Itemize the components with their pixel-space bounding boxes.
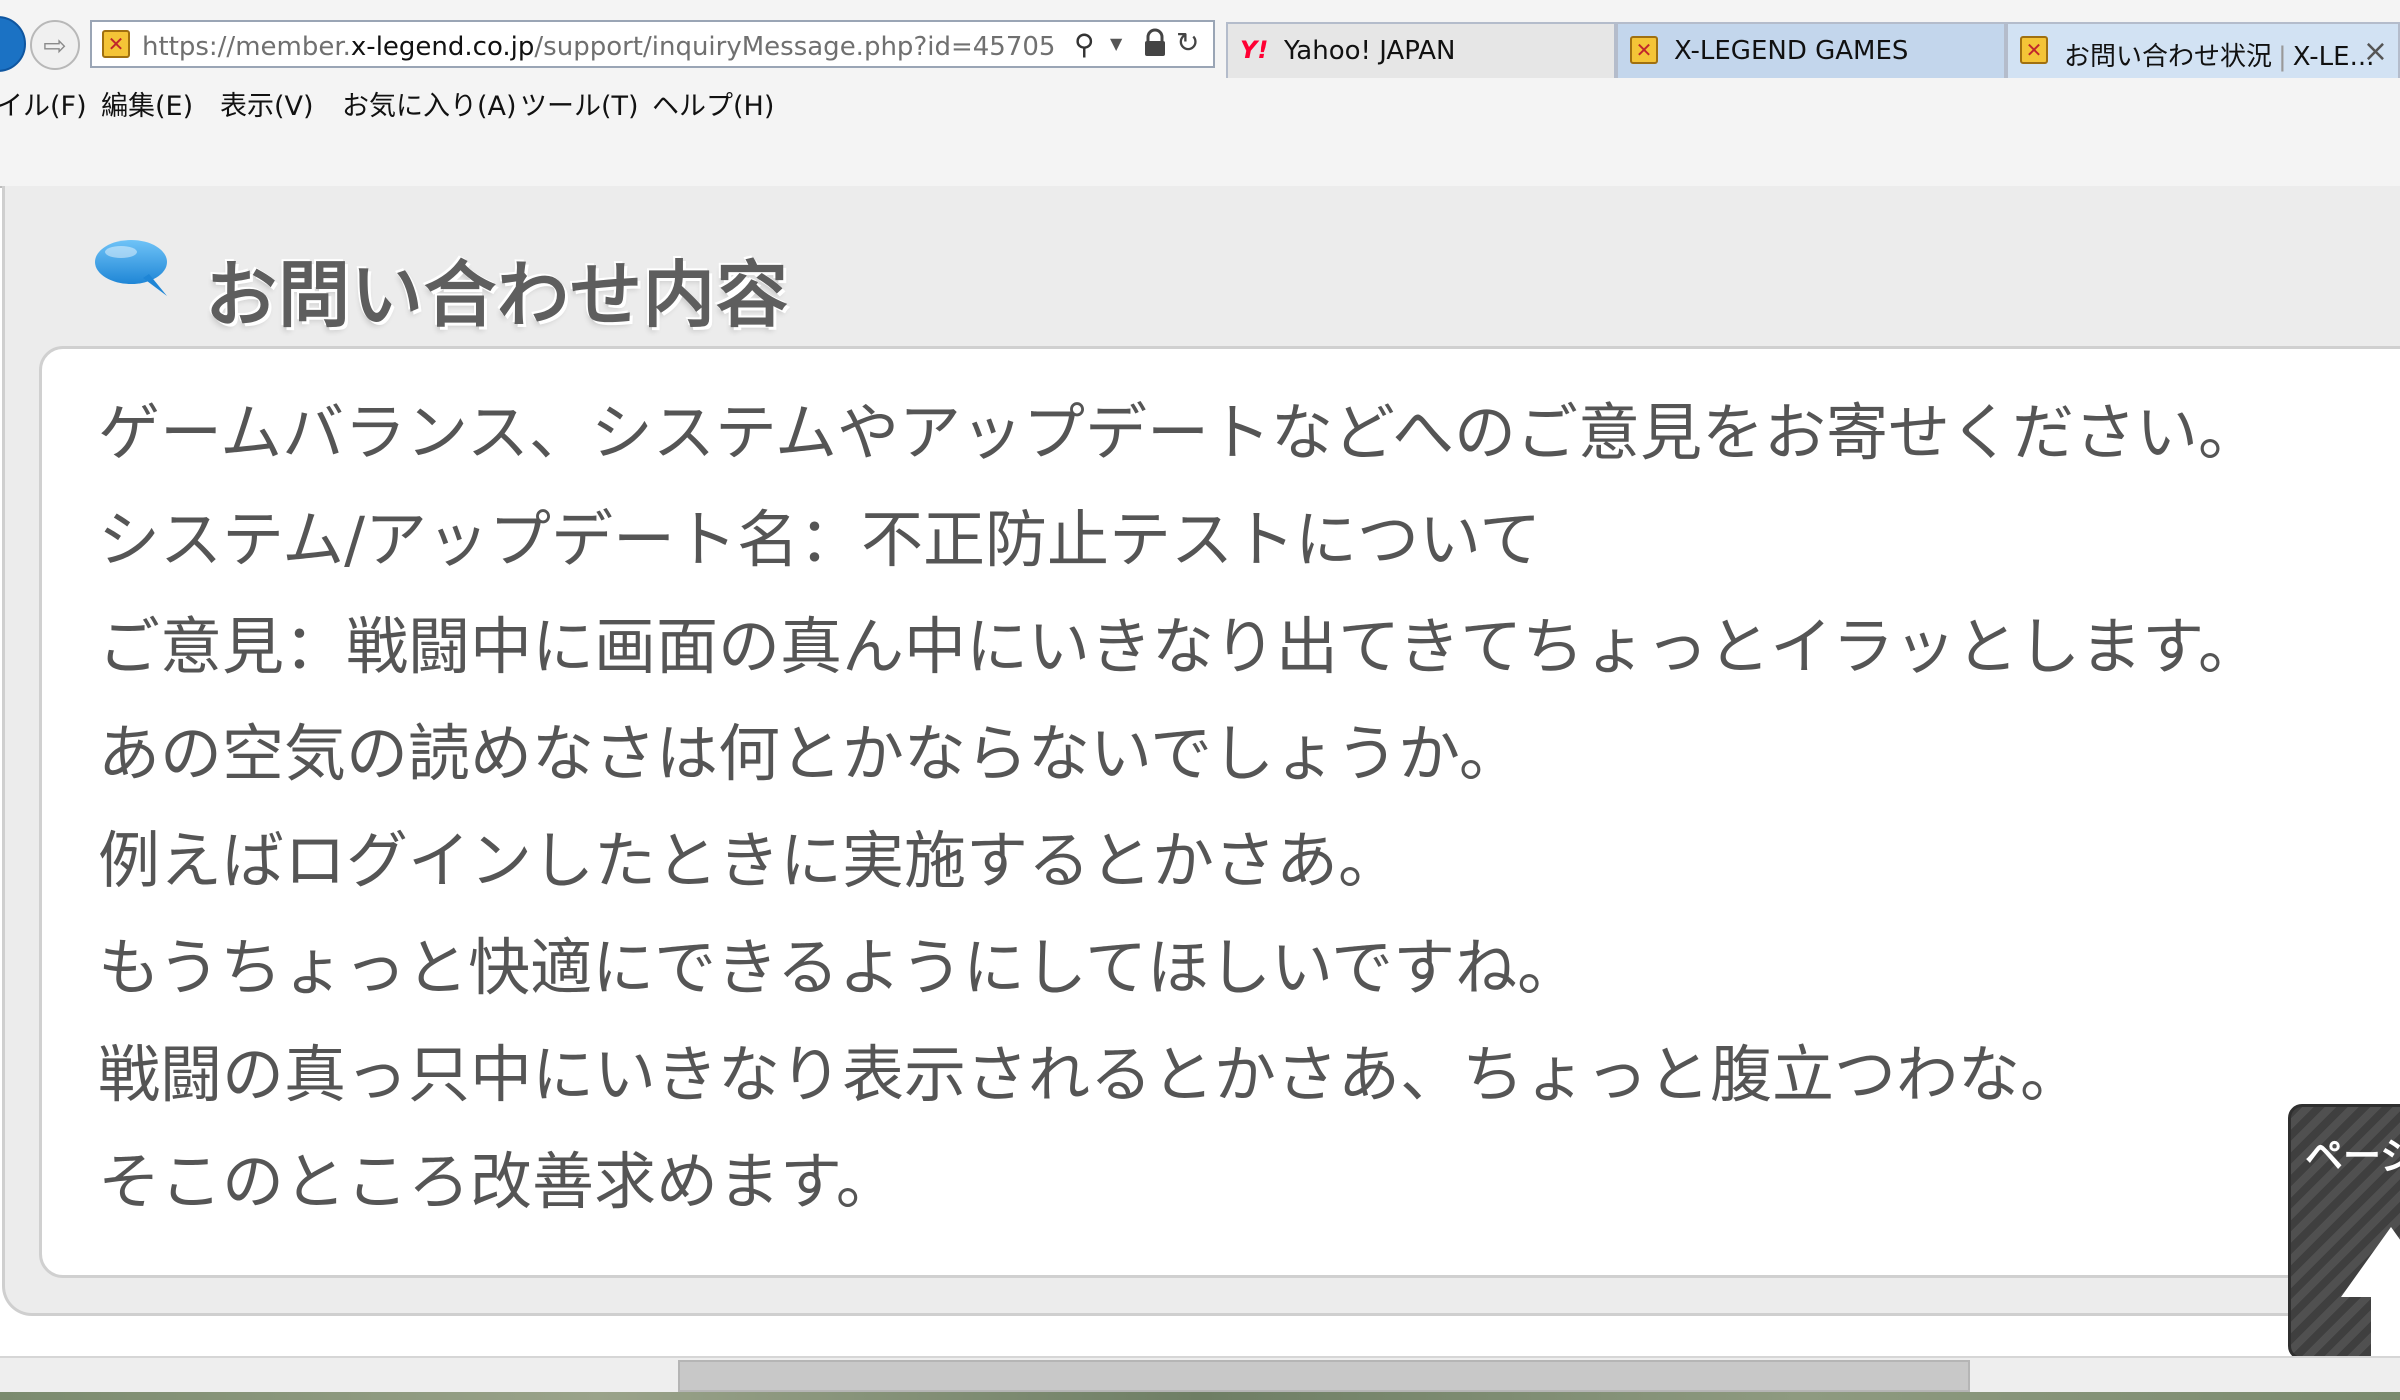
navigation-row: ⇨ ✕ https://member.x-legend.co.jp/suppor… — [0, 0, 2400, 96]
menu-help[interactable]: ヘルプ(H) — [652, 84, 774, 123]
x-legend-favicon: ✕ — [1630, 36, 1658, 64]
page-top-button[interactable]: ページ — [2288, 1104, 2400, 1360]
x-legend-favicon: ✕ — [102, 30, 130, 58]
forward-button[interactable]: ⇨ — [30, 20, 80, 70]
message-line: システム/アップデート名：不正防止テストについて — [98, 503, 1542, 576]
message-line: もうちょっと快適にできるようにしてほしいですね。 — [98, 931, 1580, 1004]
tab-yahoo[interactable]: Y! Yahoo! JAPAN — [1226, 22, 1616, 78]
menu-edit[interactable]: 編集(E) — [101, 84, 193, 123]
arrow-up-icon — [2341, 1227, 2400, 1357]
horizontal-scrollbar[interactable] — [0, 1356, 2400, 1394]
browser-chrome: ⇨ ✕ https://member.x-legend.co.jp/suppor… — [0, 0, 2400, 188]
taskbar-strip — [0, 1392, 2400, 1400]
message-line: あの空気の読めなさは何とかならないでしょうか。 — [98, 717, 1521, 790]
section-title: お問い合わせ内容 — [205, 253, 790, 337]
search-icon[interactable]: ⚲ — [1074, 28, 1095, 61]
tab-x-legend-games[interactable]: ✕ X-LEGEND GAMES — [1616, 22, 2006, 78]
menu-bar: イル(F) 編集(E) 表示(V) お気に入り(A) ツール(T) ヘルプ(H) — [0, 84, 2400, 124]
speech-bubble-icon — [95, 240, 167, 296]
scrollbar-thumb[interactable] — [678, 1360, 1970, 1392]
tab-label-main: お問い合わせ状況 — [2064, 42, 2273, 72]
menu-favorites[interactable]: お気に入り(A) — [342, 84, 517, 123]
message-box: ゲームバランス、システムやアップデートなどへのご意見をお寄せください。 システム… — [39, 346, 2400, 1278]
menu-tools[interactable]: ツール(T) — [520, 84, 639, 123]
chevron-down-icon[interactable]: ▼ — [1110, 34, 1122, 53]
url-path: /support/inquiryMessage.php?id=45705 — [534, 32, 1056, 62]
tab-inquiry-status[interactable]: ✕ お問い合わせ状況 | X-LE... × — [2006, 22, 2400, 78]
url-prefix: https://member. — [142, 32, 351, 62]
menu-file[interactable]: イル(F) — [0, 84, 87, 123]
message-line: ゲームバランス、システムやアップデートなどへのご意見をお寄せください。 — [98, 396, 2260, 469]
yahoo-icon: Y! — [1240, 36, 1269, 64]
message-line: 戦闘の真っ只中にいきなり表示されるとかさあ、ちょっと腹立つわな。 — [98, 1038, 2083, 1111]
address-url[interactable]: https://member.x-legend.co.jp/support/in… — [142, 32, 1055, 62]
tab-label: お問い合わせ状況 | X-LE... — [2064, 36, 2374, 73]
menu-view[interactable]: 表示(V) — [220, 84, 314, 123]
tab-label: X-LEGEND GAMES — [1674, 36, 1909, 66]
lock-icon[interactable] — [1142, 28, 1168, 58]
inquiry-panel: お問い合わせ内容 ゲームバランス、システムやアップデートなどへのご意見をお寄せく… — [2, 186, 2400, 1316]
back-button[interactable] — [0, 16, 26, 72]
tab-label: Yahoo! JAPAN — [1284, 36, 1456, 66]
message-line: ご意見：戦闘中に画面の真ん中にいきなり出てきてちょっとイラッとします。 — [98, 610, 2260, 683]
x-legend-favicon: ✕ — [2020, 36, 2048, 64]
message-line: そこのところ改善求めます。 — [98, 1145, 898, 1218]
tab-label-separator: | — [2278, 42, 2287, 72]
address-bar[interactable]: ✕ https://member.x-legend.co.jp/support/… — [90, 20, 1215, 68]
refresh-icon[interactable]: ↻ — [1176, 26, 1199, 59]
close-icon[interactable]: × — [2363, 34, 2388, 69]
url-host: x-legend.co.jp — [350, 32, 535, 62]
message-line: 例えばログインしたときに実施するとかさあ。 — [98, 824, 1401, 897]
message-body: ゲームバランス、システムやアップデートなどへのご意見をお寄せください。 システム… — [98, 379, 2260, 1235]
forward-arrow-icon: ⇨ — [43, 28, 67, 62]
page-top-label: ページ — [2305, 1134, 2400, 1178]
